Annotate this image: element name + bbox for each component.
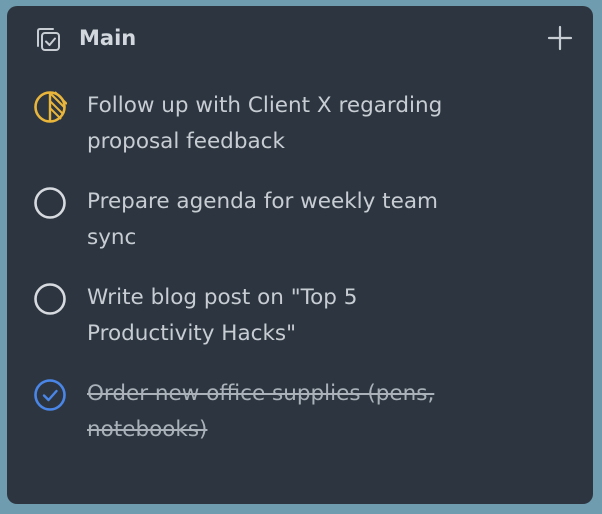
task-label[interactable]: Write blog post on "Top 5 Productivity H… [87, 280, 487, 352]
list-title: Main [79, 26, 137, 50]
task-label[interactable]: Follow up with Client X regarding propos… [87, 88, 487, 160]
empty-circle-icon[interactable] [33, 186, 67, 220]
empty-circle-icon[interactable] [33, 282, 67, 316]
task-label[interactable]: Order new office supplies (pens, noteboo… [87, 376, 487, 448]
add-task-button[interactable] [547, 25, 573, 51]
checklist-icon [33, 25, 63, 55]
half-circle-progress-icon[interactable] [33, 90, 67, 124]
check-circle-icon[interactable] [33, 378, 67, 412]
plus-icon [547, 25, 573, 51]
task-list-panel: Main Follow up with Client X regarding p… [7, 6, 593, 504]
task-label[interactable]: Prepare agenda for weekly team sync [87, 184, 487, 256]
list-header: Main [7, 6, 593, 70]
